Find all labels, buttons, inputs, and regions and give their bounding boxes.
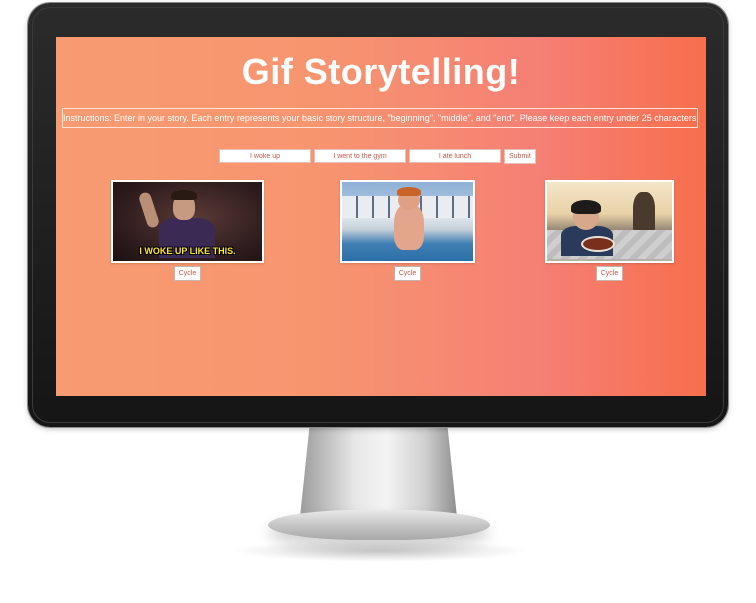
story-form: Submit (219, 149, 536, 165)
app-screen: Gif Storytelling! Instructions: Enter in… (56, 37, 706, 396)
gif-figure-arm (137, 191, 161, 229)
gif-caption: I WOKE UP LIKE THIS. (139, 246, 236, 256)
middle-input[interactable] (314, 149, 406, 163)
gif-card-end: Cycle (545, 180, 674, 281)
gif-image-end (547, 182, 672, 261)
end-input[interactable] (409, 149, 501, 163)
gif-image-beginning: I WOKE UP LIKE THIS. (113, 182, 262, 261)
gif-frame (545, 180, 674, 263)
monitor-stand-base (268, 510, 490, 540)
gif-figure-hair (397, 187, 421, 196)
cycle-button-end[interactable]: Cycle (595, 266, 624, 281)
submit-button[interactable]: Submit (504, 149, 536, 164)
gif-frame (340, 180, 475, 263)
gif-plate (583, 238, 613, 250)
gif-image-middle (342, 182, 473, 261)
cycle-button-middle[interactable]: Cycle (393, 266, 422, 281)
gif-figure-body (394, 204, 424, 250)
monitor-stand-neck (300, 427, 457, 517)
beginning-input[interactable] (219, 149, 311, 163)
gif-frame: I WOKE UP LIKE THIS. (111, 180, 264, 263)
gif-card-middle: Cycle (340, 180, 475, 281)
cycle-button-beginning[interactable]: Cycle (173, 266, 202, 281)
gif-figure-hair (171, 190, 197, 200)
instructions-box: Instructions: Enter in your story. Each … (62, 108, 698, 128)
gif-background-figure (633, 192, 655, 232)
gif-figure-hair (571, 200, 601, 214)
stand-shadow (230, 540, 530, 562)
gif-card-beginning: I WOKE UP LIKE THIS. Cycle (111, 180, 264, 281)
page-title: Gif Storytelling! (241, 51, 521, 92)
monitor-mockup: Gif Storytelling! Instructions: Enter in… (0, 0, 756, 603)
